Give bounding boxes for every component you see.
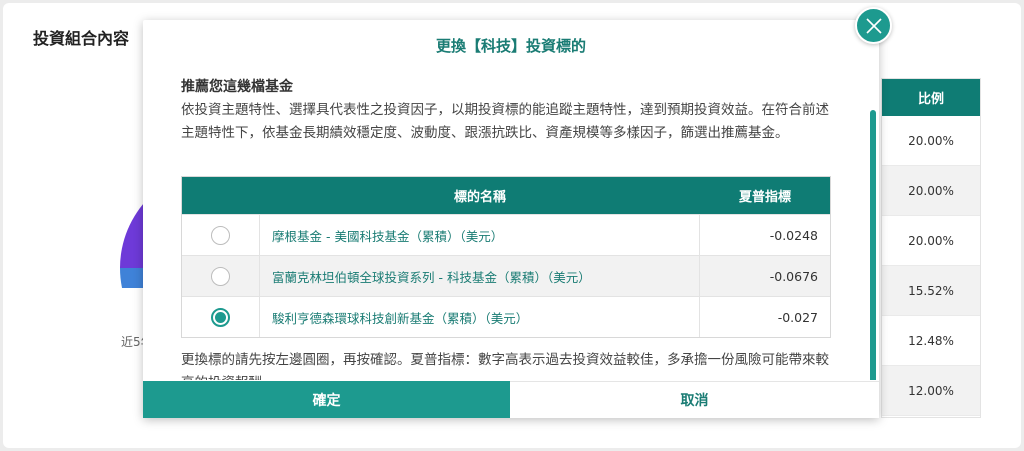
- dialog-title: 更換【科技】投資標的: [435, 36, 586, 55]
- column-fund-name: 標的名稱: [453, 190, 506, 205]
- intro-text: 依投資主題特性、選擇具代表性之投資因子，以期投資標的能追蹤主題特性，達到預期投資…: [181, 102, 829, 141]
- ratio-cell: 12.48%: [882, 316, 980, 366]
- replace-fund-dialog: 更換【科技】投資標的 推薦您這幾檔基金 依投資主題特性、選擇具代表性之投資因子，…: [143, 20, 879, 418]
- dialog-footer: 確定 取消: [143, 381, 879, 418]
- table-row[interactable]: 摩根基金 - 美國科技基金（累積）（美元） -0.0248: [182, 214, 830, 255]
- scrollbar[interactable]: [870, 110, 876, 380]
- fund-radio[interactable]: [211, 225, 230, 245]
- fund-name[interactable]: 駿利亨德森環球科技創新基金（累積）（美元）: [260, 297, 700, 337]
- fund-table: 標的名稱 夏普指標 摩根基金 - 美國科技基金（累積）（美元） -0.0248 …: [181, 176, 831, 338]
- ratio-cell: 15.52%: [882, 266, 980, 316]
- dialog-body[interactable]: 推薦您這幾檔基金 依投資主題特性、選擇具代表性之投資因子，以期投資標的能追蹤主題…: [143, 70, 879, 380]
- table-row[interactable]: 駿利亨德森環球科技創新基金（累積）（美元） -0.027: [182, 296, 830, 337]
- ratio-cell: 20.00%: [882, 166, 980, 216]
- ratio-header: 比例: [882, 79, 980, 116]
- ratio-cell: 20.00%: [882, 116, 980, 166]
- fund-radio[interactable]: [211, 266, 230, 286]
- recommend-heading: 推薦您這幾檔基金: [181, 79, 293, 95]
- ratio-cell: 20.00%: [882, 216, 980, 266]
- sharpe-value: -0.027: [777, 309, 818, 325]
- ratio-cell: 12.00%: [882, 366, 980, 416]
- confirm-button[interactable]: 確定: [143, 381, 510, 418]
- table-row[interactable]: 富蘭克林坦伯頓全球投資系列 - 科技基金（累積）（美元） -0.0676: [182, 255, 830, 296]
- fund-name[interactable]: 富蘭克林坦伯頓全球投資系列 - 科技基金（累積）（美元）: [260, 256, 700, 296]
- fund-name[interactable]: 摩根基金 - 美國科技基金（累積）（美元）: [260, 215, 700, 255]
- sharpe-value: -0.0676: [769, 268, 818, 284]
- fund-radio-selected[interactable]: [211, 307, 230, 327]
- close-button[interactable]: [855, 7, 892, 44]
- close-icon: [865, 17, 882, 34]
- portfolio-title: 投資組合內容: [33, 29, 130, 48]
- column-sharpe: 夏普指標: [738, 190, 791, 205]
- sharpe-value: -0.0248: [769, 227, 818, 243]
- fund-table-header: 標的名稱 夏普指標: [182, 177, 830, 214]
- instruction-note: 更換標的請先按左邊圓圈，再按確認。夏普指標：數字高表示過去投資效益較佳，多承擔一…: [181, 352, 829, 380]
- ratio-table: 比例 20.00% 20.00% 20.00% 15.52% 12.48% 12…: [881, 78, 981, 418]
- cancel-button[interactable]: 取消: [510, 381, 879, 418]
